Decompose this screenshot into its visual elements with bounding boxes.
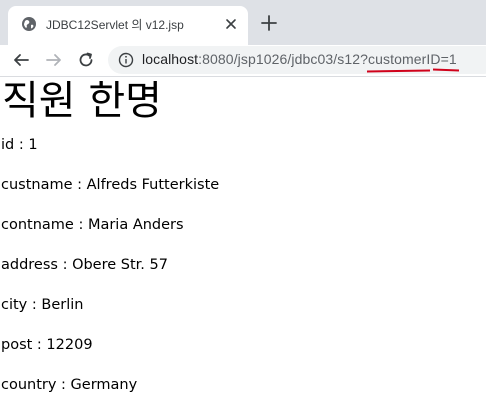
field-city: city : Berlin	[1, 297, 84, 313]
tab-title: JDBC12Servlet 의 v12.jsp	[46, 18, 184, 32]
url-text: localhost:8080/jsp1026/jdbc03/s12?custom…	[142, 51, 457, 67]
page-title: 직원 한명	[2, 78, 162, 124]
field-custname: custname : Alfreds Futterkiste	[1, 177, 220, 193]
field-id: id : 1	[1, 137, 38, 153]
plus-icon[interactable]	[260, 14, 278, 32]
back-arrow-icon[interactable]	[12, 51, 30, 69]
close-icon[interactable]	[224, 17, 238, 31]
info-icon[interactable]	[118, 52, 134, 68]
url-path: :8080/jsp1026/jdbc03/s12?customerID=1	[198, 51, 457, 67]
reload-icon[interactable]	[77, 51, 95, 69]
forward-arrow-icon[interactable]	[45, 51, 63, 69]
browser-toolbar: localhost:8080/jsp1026/jdbc03/s12?custom…	[0, 45, 486, 75]
field-address: address : Obere Str. 57	[1, 257, 168, 273]
field-post: post : 12209	[1, 337, 93, 353]
browser-tab[interactable]: JDBC12Servlet 의 v12.jsp	[8, 6, 248, 45]
globe-icon	[22, 17, 36, 31]
url-host: localhost	[142, 51, 199, 67]
tab-strip: JDBC12Servlet 의 v12.jsp	[0, 0, 486, 45]
field-contname: contname : Maria Anders	[1, 217, 184, 233]
field-country: country : Germany	[1, 377, 138, 393]
